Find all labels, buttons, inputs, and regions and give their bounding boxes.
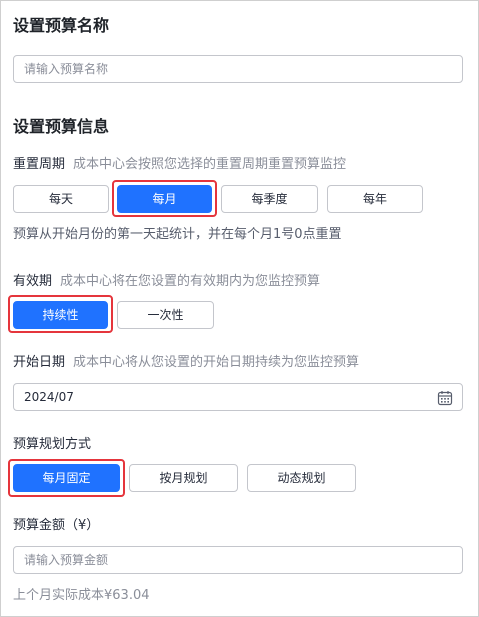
reset-period-option-monthly[interactable]: 每月 [117,185,212,213]
section-title-budget-name: 设置预算名称 [13,16,110,35]
start-date-label-text: 开始日期 [13,355,66,370]
reset-period-option-yearly[interactable]: 每年 [327,185,423,213]
start-date-label: 开始日期 成本中心将从您设置的开始日期持续为您监控预算 [13,354,359,372]
planning-mode-label: 预算规划方式 [13,437,92,452]
budget-amount-input[interactable]: 请输入预算金额 [13,546,463,574]
reset-period-label: 重置周期 成本中心会按照您选择的重置周期重置预算监控 [13,156,346,174]
planning-option-monthly-plan[interactable]: 按月规划 [129,464,238,492]
validity-option-continuous[interactable]: 持续性 [13,301,108,329]
calendar-icon[interactable] [437,389,453,415]
reset-period-option-daily[interactable]: 每天 [13,185,109,213]
start-date-value: 2024/07 [24,390,74,404]
last-month-cost-note: 上个月实际成本¥63.04 [13,588,150,603]
start-date-picker[interactable]: 2024/07 [13,383,463,411]
reset-period-label-text: 重置周期 [13,157,66,172]
validity-hint: 成本中心将在您设置的有效期内为您监控预算 [60,274,321,289]
budget-amount-placeholder: 请输入预算金额 [24,553,109,567]
section-title-budget-info: 设置预算信息 [13,117,110,136]
validity-option-one-time[interactable]: 一次性 [117,301,214,329]
reset-period-hint: 成本中心会按照您选择的重置周期重置预算监控 [73,157,347,172]
planning-option-fixed-monthly[interactable]: 每月固定 [13,464,120,492]
budget-name-input[interactable]: 请输入预算名称 [13,55,463,83]
reset-period-note: 预算从开始月份的第一天起统计，并在每个月1号0点重置 [13,227,342,242]
reset-period-option-quarterly[interactable]: 每季度 [221,185,318,213]
planning-option-dynamic-plan[interactable]: 动态规划 [247,464,356,492]
budget-settings-panel: 设置预算名称 请输入预算名称 设置预算信息 重置周期 成本中心会按照您选择的重置周… [0,0,479,617]
validity-label-text: 有效期 [13,274,53,289]
budget-amount-label: 预算金额（¥） [13,518,100,533]
validity-label: 有效期 成本中心将在您设置的有效期内为您监控预算 [13,273,320,291]
budget-name-placeholder: 请输入预算名称 [24,62,109,76]
start-date-hint: 成本中心将从您设置的开始日期持续为您监控预算 [73,355,360,370]
